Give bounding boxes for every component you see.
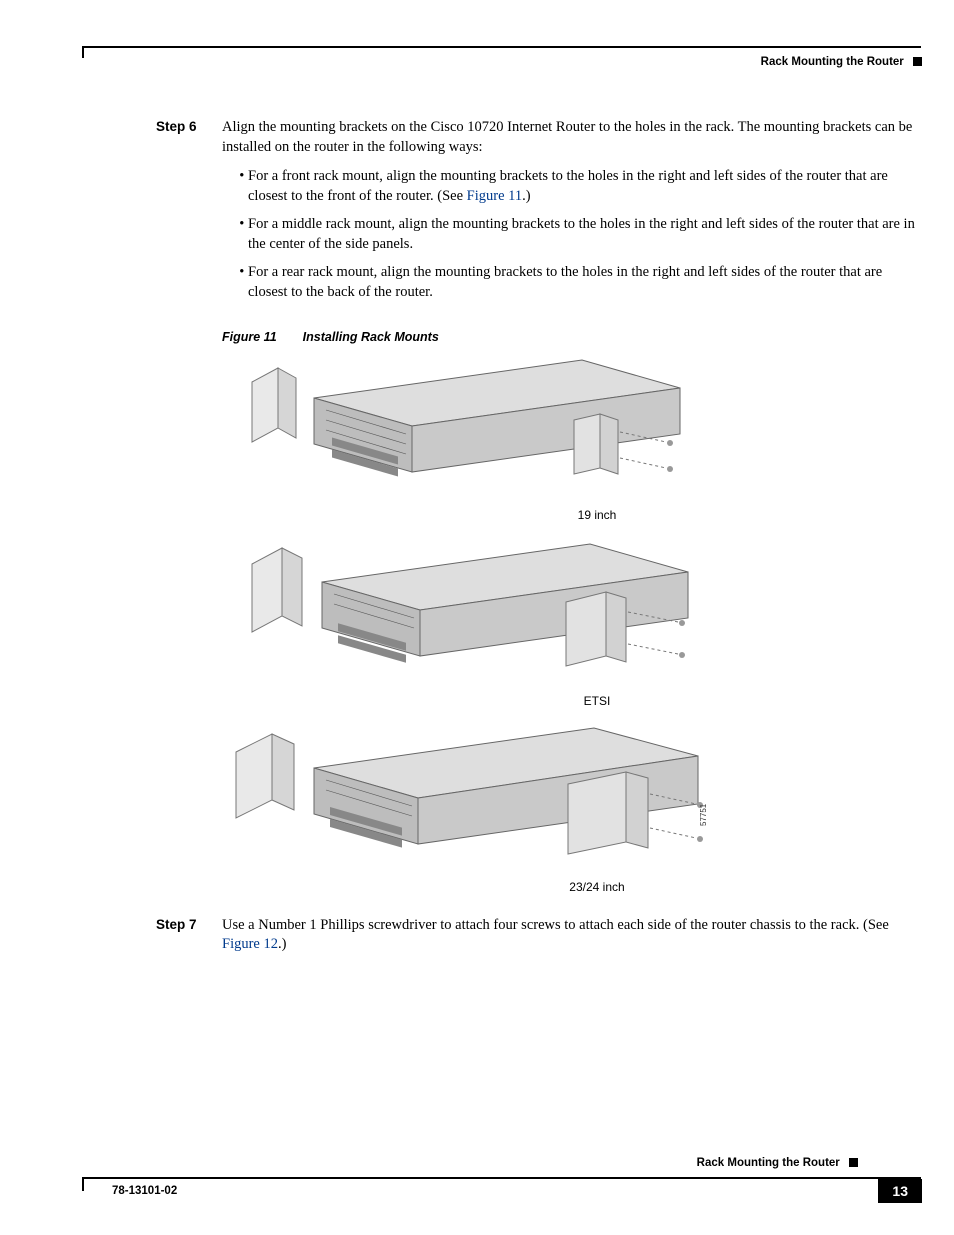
- page-number: 13: [878, 1179, 922, 1203]
- step-6-label: Step 6: [156, 118, 222, 312]
- running-footer: Rack Mounting the Router: [697, 1157, 858, 1169]
- figure-callout-id: 57751: [699, 803, 708, 826]
- figure-11-caption: Figure 11 Installing Rack Mounts: [222, 330, 920, 344]
- bullet-middle-mount: For a middle rack mount, align the mount…: [248, 215, 920, 254]
- footer-rule: [82, 1177, 921, 1179]
- footer-text: Rack Mounting the Router: [697, 1157, 840, 1169]
- step-7-body: Use a Number 1 Phillips screwdriver to a…: [222, 916, 920, 965]
- figure-label-23-24inch: 23/24 inch: [222, 880, 732, 894]
- bullet-rear-mount: For a rear rack mount, align the mountin…: [248, 263, 920, 302]
- step-6-body: Align the mounting brackets on the Cisco…: [222, 118, 920, 312]
- xref-figure-11[interactable]: Figure 11: [467, 188, 522, 204]
- figure-title: Installing Rack Mounts: [303, 330, 439, 344]
- step-7-label: Step 7: [156, 916, 222, 965]
- header-rule: [82, 46, 921, 48]
- header-marker-icon: [913, 57, 922, 66]
- figure-etsi: ETSI: [222, 540, 732, 708]
- bullet-front-mount: For a front rack mount, align the mounti…: [248, 167, 920, 206]
- step-6-intro: Align the mounting brackets on the Cisco…: [222, 118, 920, 157]
- figure-label-19inch: 19 inch: [222, 508, 732, 522]
- xref-figure-12[interactable]: Figure 12: [222, 936, 278, 952]
- figure-23-24inch: 57751 23/24 inch: [222, 726, 732, 894]
- figure-11: 19 inch: [222, 354, 732, 894]
- header-text: Rack Mounting the Router: [761, 56, 904, 68]
- figure-number: Figure 11: [222, 330, 277, 344]
- running-header: Rack Mounting the Router: [82, 56, 922, 68]
- step-6: Step 6 Align the mounting brackets on th…: [156, 118, 920, 312]
- step-6-bullets: For a front rack mount, align the mounti…: [248, 167, 920, 302]
- footer-marker-icon: [849, 1158, 858, 1167]
- content-area: Step 6 Align the mounting brackets on th…: [156, 118, 920, 971]
- step-7: Step 7 Use a Number 1 Phillips screwdriv…: [156, 916, 920, 965]
- figure-label-etsi: ETSI: [222, 694, 732, 708]
- figure-19inch: 19 inch: [222, 354, 732, 522]
- footer-rule-tick: [82, 1177, 84, 1191]
- doc-number: 78-13101-02: [112, 1185, 177, 1197]
